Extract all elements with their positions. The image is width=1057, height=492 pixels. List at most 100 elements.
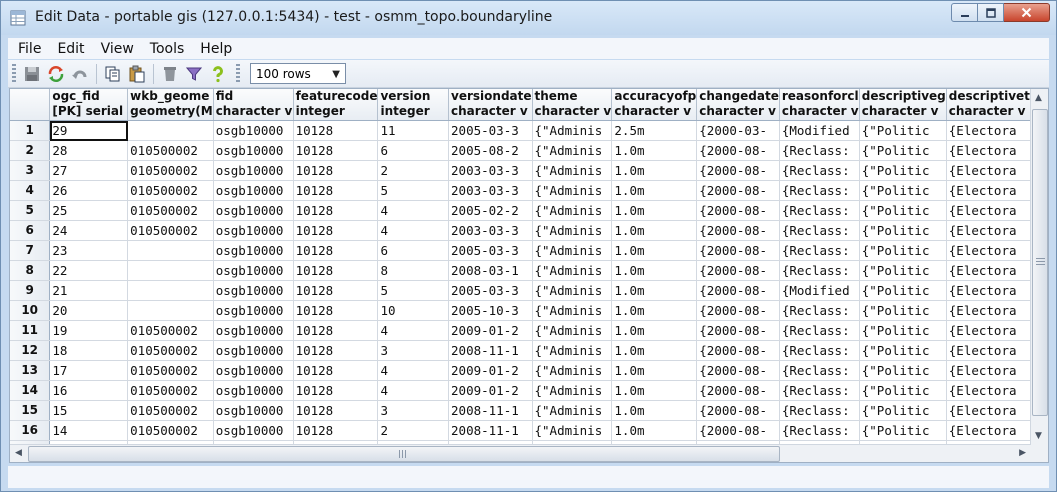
row-number[interactable]: 7 bbox=[10, 240, 51, 261]
table-cell[interactable]: {Electora bbox=[946, 160, 1031, 181]
row-number[interactable]: 14 bbox=[10, 380, 51, 401]
table-cell[interactable]: {"Adminis bbox=[532, 220, 613, 241]
table-cell[interactable]: 1.0m bbox=[611, 320, 698, 341]
horizontal-scroll-thumb[interactable] bbox=[28, 446, 780, 462]
menu-file[interactable]: File bbox=[12, 41, 47, 57]
table-cell[interactable]: 10128 bbox=[293, 140, 379, 161]
scroll-up-icon[interactable]: ▲ bbox=[1035, 93, 1042, 103]
table-cell[interactable]: 2009-01-2 bbox=[448, 320, 533, 341]
table-cell[interactable]: 10128 bbox=[293, 240, 379, 261]
table-cell[interactable]: {Reclass: bbox=[779, 180, 860, 201]
table-cell[interactable]: osgb10000 bbox=[213, 200, 294, 221]
table-cell[interactable]: {Reclass: bbox=[779, 200, 860, 221]
column-header[interactable]: changedate character v bbox=[696, 89, 780, 121]
table-cell[interactable]: {"Politic bbox=[859, 220, 947, 241]
close-button[interactable] bbox=[1004, 3, 1050, 22]
table-cell[interactable]: 1.0m bbox=[611, 260, 698, 281]
row-number[interactable]: 9 bbox=[10, 280, 51, 301]
table-cell[interactable]: {"Politic bbox=[859, 240, 947, 261]
table-cell[interactable]: {"Politic bbox=[859, 180, 947, 201]
table-cell[interactable]: {2000-08- bbox=[696, 260, 780, 281]
undo-button[interactable] bbox=[69, 63, 91, 85]
table-cell[interactable] bbox=[127, 300, 214, 321]
table-cell[interactable]: {"Adminis bbox=[532, 280, 613, 301]
table-cell[interactable]: 19 bbox=[49, 320, 129, 341]
table-cell[interactable]: osgb10000 bbox=[213, 220, 294, 241]
table-cell[interactable]: {Electora bbox=[946, 240, 1031, 261]
table-cell[interactable]: {"Adminis bbox=[532, 200, 613, 221]
table-cell[interactable]: {"Politic bbox=[859, 260, 947, 281]
table-cell[interactable]: 28 bbox=[49, 140, 129, 161]
table-cell[interactable]: 2.5m bbox=[611, 120, 698, 141]
row-number[interactable]: 16 bbox=[10, 420, 51, 441]
table-cell[interactable]: {"Adminis bbox=[532, 260, 613, 281]
paste-button[interactable] bbox=[126, 63, 148, 85]
help-button[interactable] bbox=[207, 63, 229, 85]
table-cell[interactable]: {2000-08- bbox=[696, 240, 780, 261]
table-cell[interactable]: {"Adminis bbox=[532, 380, 613, 401]
table-cell[interactable]: 27 bbox=[49, 160, 129, 181]
table-cell[interactable]: {2000-08- bbox=[696, 200, 780, 221]
table-cell[interactable]: 1.0m bbox=[611, 360, 698, 381]
table-cell[interactable]: {Electora bbox=[946, 420, 1031, 441]
table-cell[interactable]: 1.0m bbox=[611, 380, 698, 401]
table-cell[interactable]: 10128 bbox=[293, 280, 379, 301]
row-number[interactable]: 5 bbox=[10, 200, 51, 221]
title-bar[interactable]: Edit Data - portable gis (127.0.0.1:5434… bbox=[1, 1, 1056, 35]
table-cell[interactable] bbox=[127, 280, 214, 301]
table-cell[interactable]: 1.0m bbox=[611, 400, 698, 421]
table-cell[interactable]: {"Politic bbox=[859, 420, 947, 441]
table-cell[interactable]: 1.0m bbox=[611, 200, 698, 221]
table-cell[interactable]: 2008-03-1 bbox=[448, 260, 533, 281]
table-cell[interactable]: {Reclass: bbox=[779, 300, 860, 321]
table-cell[interactable]: 16 bbox=[49, 380, 129, 401]
table-cell[interactable]: 20 bbox=[49, 300, 129, 321]
table-cell[interactable]: 4 bbox=[377, 360, 450, 381]
table-cell[interactable]: osgb10000 bbox=[213, 320, 294, 341]
table-cell[interactable]: {Reclass: bbox=[779, 360, 860, 381]
table-cell[interactable]: {"Politic bbox=[859, 380, 947, 401]
table-cell[interactable]: 010500002 bbox=[127, 160, 214, 181]
table-cell[interactable]: 010500002 bbox=[127, 360, 214, 381]
table-cell[interactable]: 2008-11-1 bbox=[448, 400, 533, 421]
table-cell[interactable]: {"Adminis bbox=[532, 140, 613, 161]
table-cell[interactable]: {"Adminis bbox=[532, 300, 613, 321]
table-cell[interactable]: {Modified bbox=[779, 280, 860, 301]
table-cell[interactable]: 010500002 bbox=[127, 220, 214, 241]
delete-row-button[interactable] bbox=[159, 63, 181, 85]
table-cell[interactable]: 11 bbox=[377, 120, 450, 141]
table-cell[interactable]: 6 bbox=[377, 240, 450, 261]
table-cell[interactable]: {"Adminis bbox=[532, 120, 613, 141]
table-row[interactable]: 7 23 osgb10000 10128 6 2005-03-3 {"Adminis 1.0m… bbox=[10, 240, 1048, 261]
column-header[interactable]: accuracyofp character v bbox=[611, 89, 698, 121]
table-cell[interactable]: {Electora bbox=[946, 200, 1031, 221]
table-cell[interactable]: 1.0m bbox=[611, 280, 698, 301]
table-cell[interactable]: 10 bbox=[377, 300, 450, 321]
table-cell[interactable]: {Reclass: bbox=[779, 420, 860, 441]
table-cell[interactable]: {"Politic bbox=[859, 340, 947, 361]
row-number[interactable]: 2 bbox=[10, 140, 51, 161]
table-cell[interactable]: osgb10000 bbox=[213, 380, 294, 401]
table-cell[interactable]: {Electora bbox=[946, 360, 1031, 381]
table-cell[interactable]: 23 bbox=[49, 240, 129, 261]
table-row[interactable]: 10 20 osgb10000 10128 10 2005-10-3 {"Adminis 1.… bbox=[10, 300, 1048, 321]
table-cell[interactable]: {"Politic bbox=[859, 160, 947, 181]
table-cell[interactable]: 17 bbox=[49, 360, 129, 381]
column-header[interactable]: fid character v bbox=[213, 89, 294, 121]
table-row[interactable]: 9 21 osgb10000 10128 5 2005-03-3 {"Adminis 1.0m… bbox=[10, 280, 1048, 301]
row-number[interactable]: 12 bbox=[10, 340, 51, 361]
table-cell[interactable]: osgb10000 bbox=[213, 260, 294, 281]
table-cell[interactable]: 2 bbox=[377, 420, 450, 441]
table-cell[interactable]: 10128 bbox=[293, 220, 379, 241]
table-cell[interactable]: osgb10000 bbox=[213, 180, 294, 201]
table-cell[interactable]: 2005-08-2 bbox=[448, 140, 533, 161]
table-row[interactable]: 8 22 osgb10000 10128 8 2008-03-1 {"Adminis 1.0m… bbox=[10, 260, 1048, 281]
column-header[interactable]: ogc_fid [PK] serial bbox=[49, 89, 129, 121]
minimize-button[interactable] bbox=[951, 3, 978, 22]
table-cell[interactable]: 3 bbox=[377, 400, 450, 421]
table-cell[interactable]: 010500002 bbox=[127, 180, 214, 201]
table-cell[interactable]: 010500002 bbox=[127, 200, 214, 221]
menu-help[interactable]: Help bbox=[194, 41, 238, 57]
table-cell[interactable]: 6 bbox=[377, 140, 450, 161]
table-cell[interactable]: {2000-08- bbox=[696, 360, 780, 381]
